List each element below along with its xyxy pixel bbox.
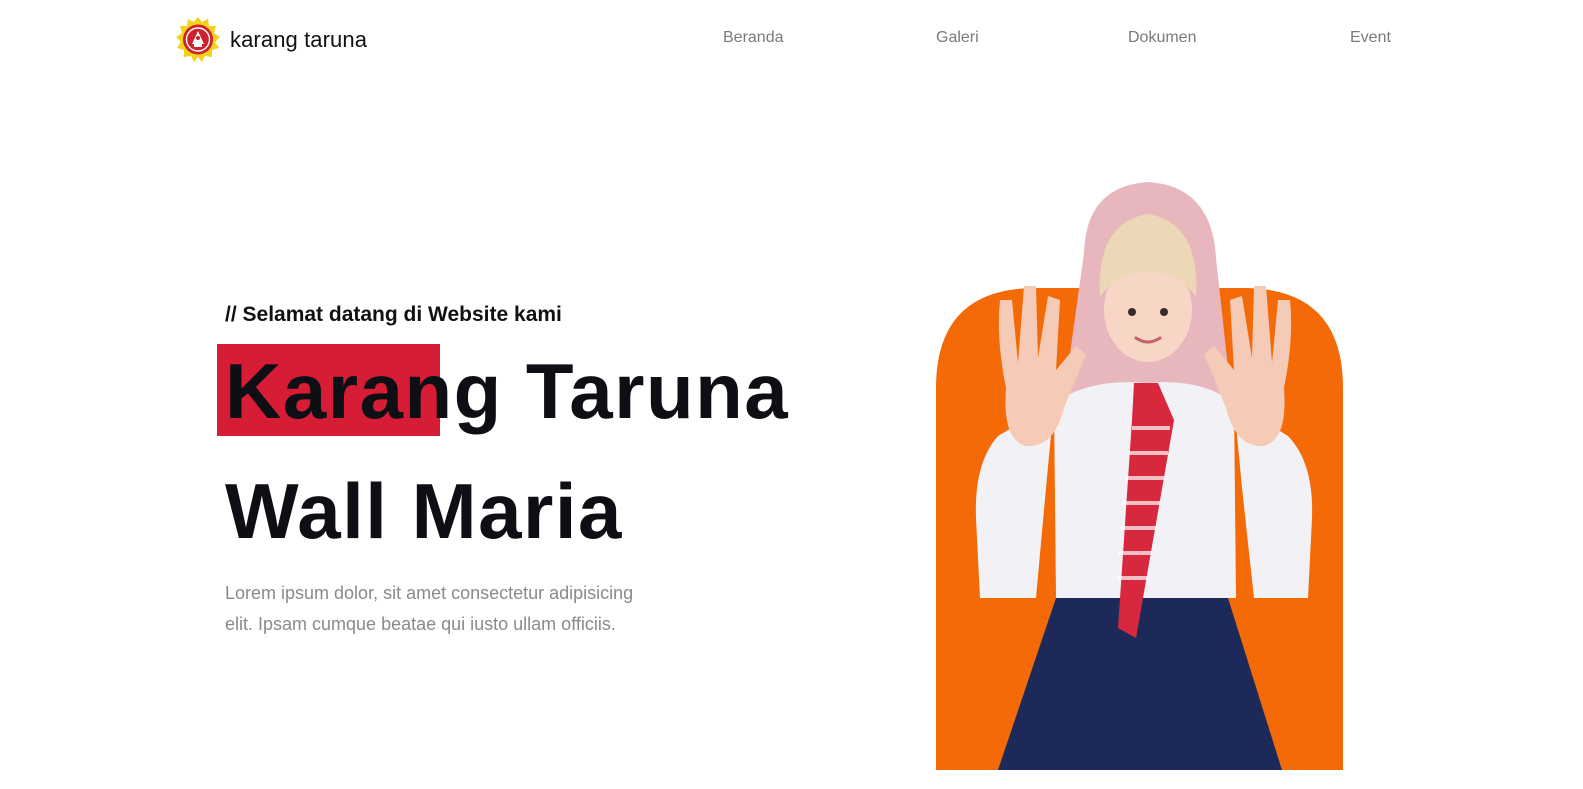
karang-taruna-emblem-icon <box>176 17 220 62</box>
hero-image <box>936 178 1343 770</box>
nav-link-beranda[interactable]: Beranda <box>723 29 784 47</box>
hero-title-line-2: Wall Maria <box>225 467 623 555</box>
nav-link-dokumen[interactable]: Dokumen <box>1128 29 1196 47</box>
hero-eyebrow: // Selamat datang di Website kami <box>225 303 562 326</box>
brand-link[interactable]: karang taruna <box>174 16 367 64</box>
brand-name: karang taruna <box>230 27 368 52</box>
nav-link-event[interactable]: Event <box>1350 29 1391 47</box>
landing-page: karang taruna Beranda Galeri Dokumen Eve… <box>0 0 1583 789</box>
hero-photo <box>936 182 1343 770</box>
hero-title-line-1: Karang Taruna <box>225 347 790 435</box>
nav-link-galeri[interactable]: Galeri <box>936 29 979 47</box>
hero-description: Lorem ipsum dolor, sit amet consectetur … <box>225 583 634 634</box>
